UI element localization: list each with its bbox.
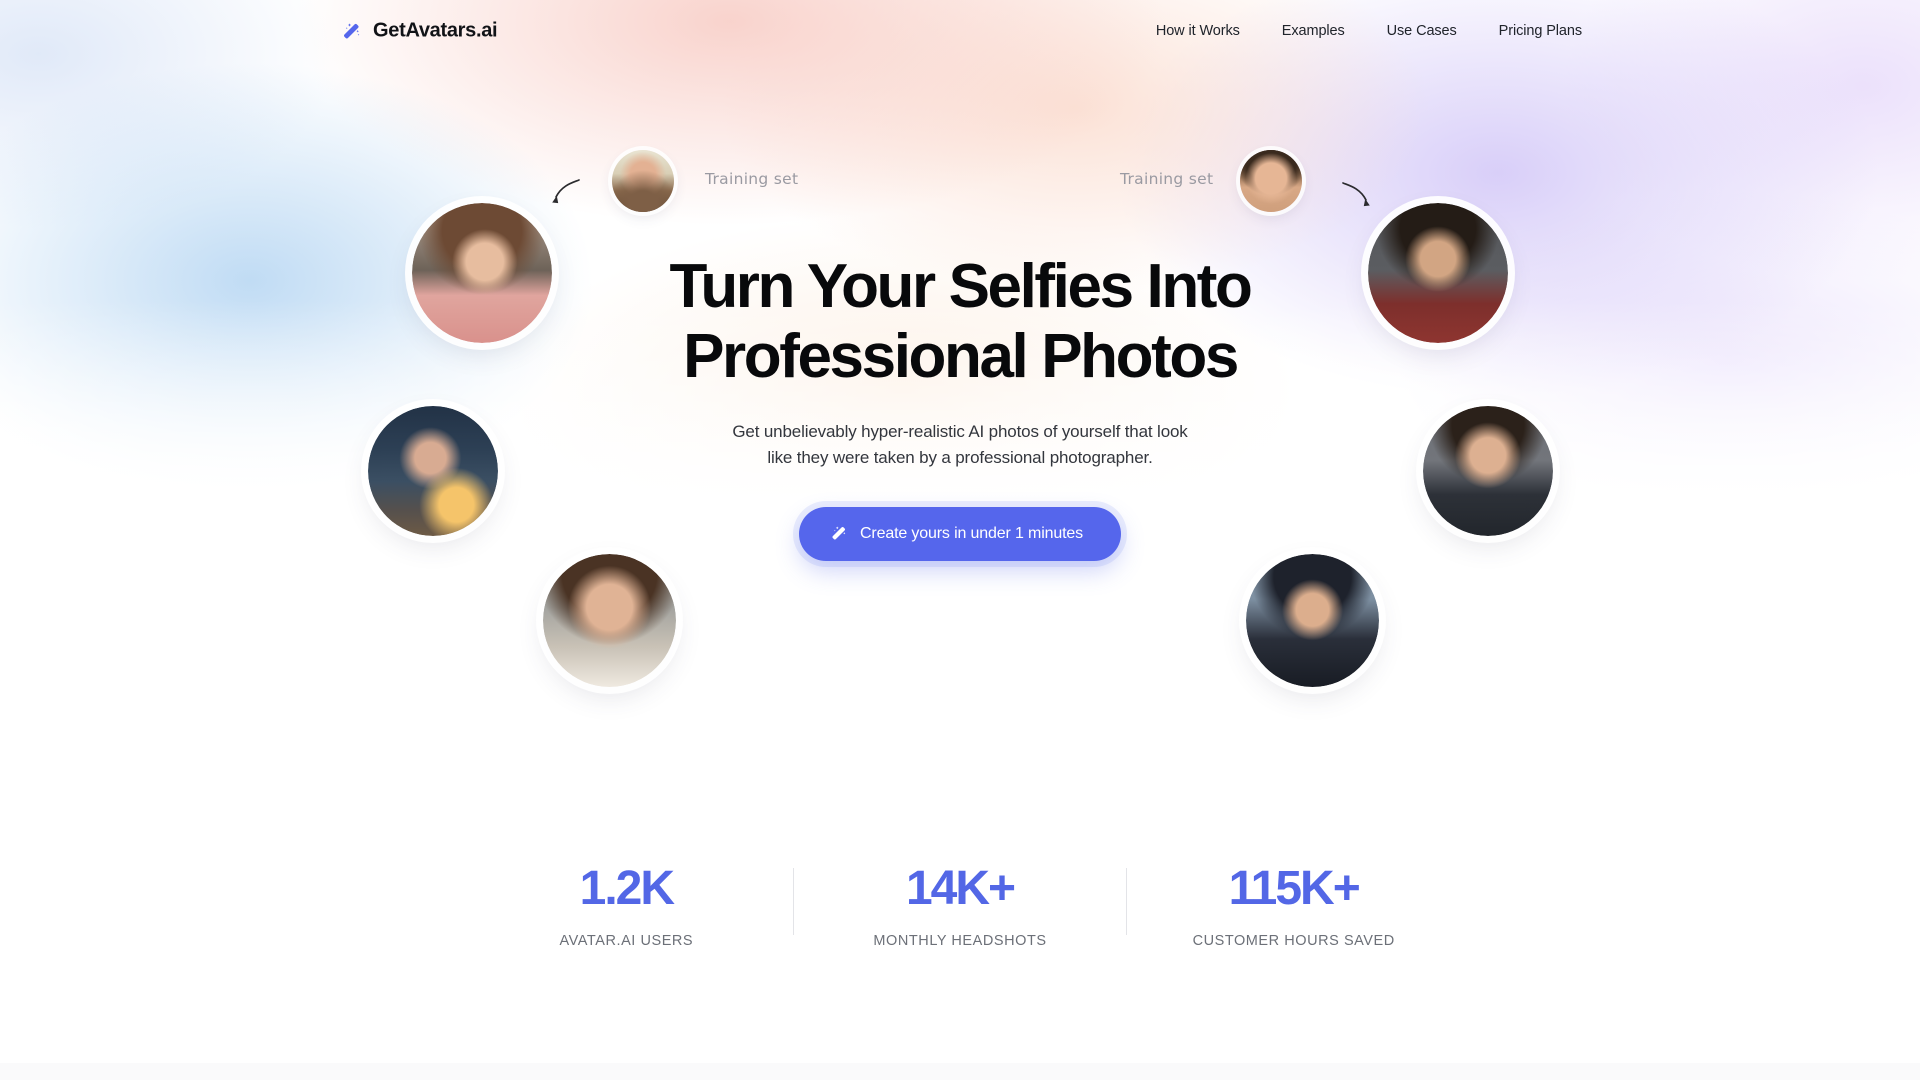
stat-avatar-users: 1.2K AVATAR.AI USERS (460, 860, 793, 949)
avatar-officer-man (1246, 554, 1379, 687)
subhead-line-1: Get unbelievably hyper-realistic AI phot… (732, 422, 1188, 441)
avatar-business-woman (543, 554, 676, 687)
brand-name: GetAvatars.ai (373, 19, 498, 42)
stat-monthly-headshots: 14K+ MONTHLY HEADSHOTS (794, 860, 1127, 949)
nav-item-pricing-plans[interactable]: Pricing Plans (1499, 23, 1582, 39)
stat-label: MONTHLY HEADSHOTS (873, 932, 1047, 949)
hero-subheading: Get unbelievably hyper-realistic AI phot… (580, 419, 1340, 470)
curved-arrow-right-icon (1340, 178, 1374, 217)
hero-center-column: Turn Your Selfies Into Professional Phot… (580, 252, 1340, 561)
cta-wrapper: Create yours in under 1 minutes (580, 507, 1340, 561)
training-avatar-right (1240, 150, 1302, 212)
stat-value: 14K+ (905, 862, 1016, 915)
stats-section: 1.2K AVATAR.AI USERS 14K+ MONTHLY HEADSH… (460, 860, 1460, 949)
headline-line-1: Turn Your Selfies Into (669, 252, 1252, 321)
bottom-section-band (0, 1063, 1920, 1080)
avatar-suit-man (1423, 406, 1553, 536)
avatar-fantasy-woman (368, 406, 498, 536)
site-header: GetAvatars.ai How it Works Examples Use … (0, 0, 1920, 62)
avatar-uniform-man (1368, 203, 1508, 343)
stat-customer-hours-saved: 115K+ CUSTOMER HOURS SAVED (1127, 860, 1460, 949)
training-avatar-left (612, 150, 674, 212)
stat-value: 115K+ (1228, 862, 1361, 915)
magic-wand-icon (340, 20, 362, 42)
stat-label: AVATAR.AI USERS (559, 932, 694, 949)
nav-item-how-it-works[interactable]: How it Works (1156, 23, 1240, 39)
page-title: Turn Your Selfies Into Professional Phot… (580, 252, 1340, 392)
magic-wand-icon (829, 524, 848, 543)
headline-line-2: Professional Photos (683, 322, 1239, 391)
training-set-label-right: Training set (1120, 170, 1214, 188)
stat-label: CUSTOMER HOURS SAVED (1192, 932, 1395, 949)
stat-value: 1.2K (579, 862, 675, 915)
curved-arrow-left-icon (548, 175, 582, 214)
training-set-label-left: Training set (705, 170, 799, 188)
create-yours-button[interactable]: Create yours in under 1 minutes (798, 507, 1122, 561)
main-navigation: How it Works Examples Use Cases Pricing … (1156, 23, 1582, 39)
avatar-kimono-woman (412, 203, 552, 343)
cta-label: Create yours in under 1 minutes (859, 524, 1084, 542)
nav-item-use-cases[interactable]: Use Cases (1387, 23, 1457, 39)
nav-item-examples[interactable]: Examples (1282, 23, 1345, 39)
subhead-line-2: like they were taken by a professional p… (767, 447, 1153, 467)
brand-logo[interactable]: GetAvatars.ai (340, 19, 498, 43)
